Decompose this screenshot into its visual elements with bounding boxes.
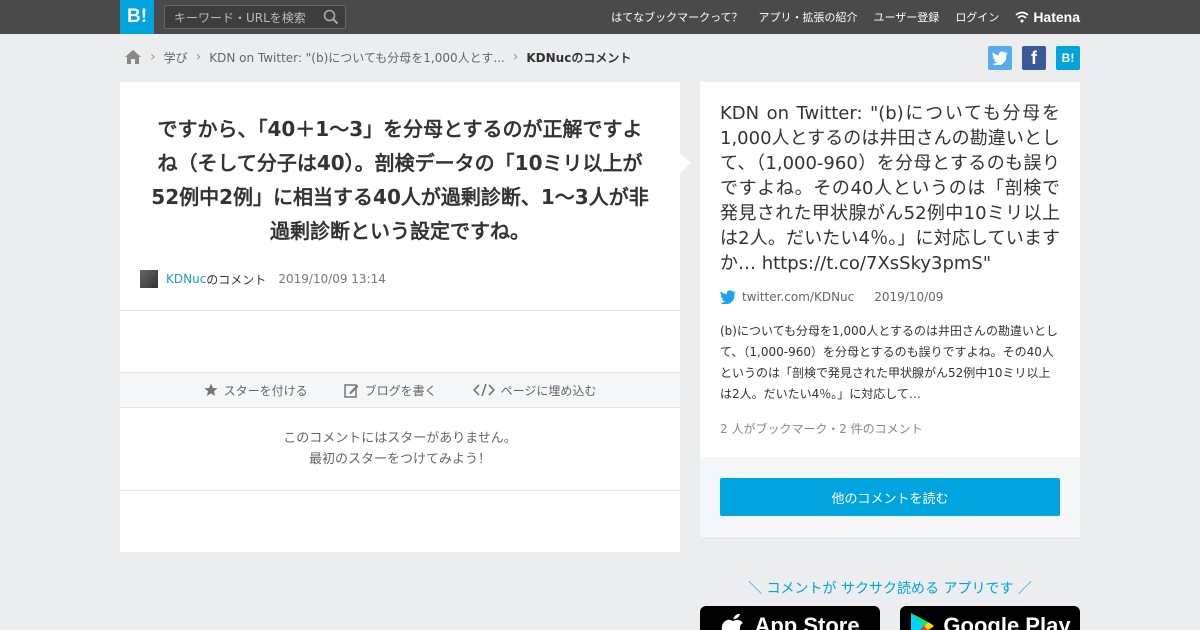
twitter-share-button[interactable]: [988, 46, 1012, 70]
search-icon[interactable]: [323, 9, 339, 25]
write-blog-button[interactable]: ブログを書く: [343, 382, 437, 399]
entry-title[interactable]: KDN on Twitter: "(b)についても分母を1,000人とするのは井…: [720, 101, 1060, 276]
comment-actions: スターを付ける ブログを書く ページに埋め込む: [120, 372, 680, 408]
chevron-right-icon: ›: [195, 49, 202, 65]
entry-excerpt: (b)についても分母を1,000人とするのは井田さんの勘違いとして、（1,000…: [720, 324, 1059, 401]
hatena-label: Hatena: [1033, 9, 1080, 25]
twitter-icon: [992, 51, 1008, 65]
google-play-badge[interactable]: Google Play: [900, 606, 1080, 630]
comment-text: ですから、「40＋1～3」を分母とするのが正解ですよね（そして分子は40）。剖検…: [151, 117, 649, 243]
hatena-link[interactable]: Hatena: [1015, 9, 1080, 25]
comment-date[interactable]: 2019/10/09 13:14: [278, 272, 386, 286]
nav-about[interactable]: はてなブックマークって？: [611, 9, 742, 25]
search-box[interactable]: キーワード・URLを検索: [164, 5, 346, 29]
comment-user-suffix: のコメント: [206, 272, 267, 287]
hatebu-share-button[interactable]: B!: [1056, 46, 1080, 70]
entry-card: KDN on Twitter: "(b)についても分母を1,000人とするのは井…: [700, 82, 1080, 457]
entry-date: 2019/10/09: [874, 290, 944, 304]
divider: [120, 490, 680, 491]
nav-login[interactable]: ログイン: [955, 9, 999, 25]
avatar[interactable]: [140, 270, 158, 288]
search-input[interactable]: キーワード・URLを検索: [174, 9, 306, 26]
star-icon: [204, 383, 218, 396]
no-star-message: このコメントにはスターがありません。 最初のスターをつけてみよう！: [120, 428, 680, 470]
chevron-right-icon: ›: [150, 49, 156, 65]
google-play-icon: [911, 613, 934, 630]
comment-user[interactable]: KDNuc: [166, 272, 206, 286]
write-blog-label: ブログを書く: [364, 383, 437, 398]
no-star-line-1: このコメントにはスターがありません。: [283, 431, 517, 446]
nav-register[interactable]: ユーザー登録: [874, 9, 940, 25]
apple-icon: [722, 613, 744, 630]
app-promo-text: ＼ コメントが サクサク読める アプリです ／: [748, 581, 1032, 597]
google-play-label: Google Play: [943, 613, 1071, 630]
breadcrumb-category[interactable]: 学び: [164, 49, 188, 66]
breadcrumb-current: KDNucのコメント: [526, 50, 632, 65]
app-store-badge[interactable]: App Store: [700, 606, 880, 630]
read-more-button[interactable]: 他のコメントを読む: [720, 478, 1060, 516]
home-icon[interactable]: [124, 49, 142, 65]
twitter-icon: [720, 290, 736, 304]
hatebu-logo[interactable]: B!: [120, 0, 154, 34]
hatena-icon: [1015, 11, 1029, 23]
embed-button[interactable]: ページに埋め込む: [472, 382, 597, 399]
entry-counts[interactable]: 2 人がブックマーク・2 件のコメント: [720, 420, 923, 437]
code-icon: [472, 383, 495, 397]
top-nav: はてなブックマークって？ アプリ・拡張の紹介 ユーザー登録 ログイン Haten…: [611, 0, 1080, 34]
breadcrumb: › 学び › KDN on Twitter: "(b)についても分母を1,000…: [124, 47, 631, 67]
app-store-label: App Store: [754, 613, 860, 630]
top-bar: B! キーワード・URLを検索 はてなブックマークって？ アプリ・拡張の紹介 ユ…: [0, 0, 1200, 34]
comment-card: ですから、「40＋1～3」を分母とするのが正解ですよね（そして分子は40）。剖検…: [120, 82, 680, 552]
divider: [120, 310, 680, 311]
entry-meta: twitter.com/KDNuc 2019/10/09: [720, 290, 943, 304]
facebook-share-button[interactable]: f: [1022, 46, 1046, 70]
nav-apps[interactable]: アプリ・拡張の紹介: [759, 9, 858, 25]
no-star-line-2: 最初のスターをつけてみよう！: [308, 452, 491, 467]
chevron-right-icon: ›: [512, 49, 519, 65]
read-more-area: 他のコメントを読む: [700, 457, 1080, 537]
breadcrumb-entry[interactable]: KDN on Twitter: "(b)についても分母を1,000人とす...: [209, 49, 505, 66]
add-star-label: スターを付ける: [223, 383, 308, 398]
embed-label: ページに埋め込む: [500, 383, 597, 398]
edit-icon: [343, 383, 359, 398]
entry-domain[interactable]: twitter.com/KDNuc: [742, 290, 854, 304]
share-buttons: f B!: [988, 46, 1080, 70]
add-star-button[interactable]: スターを付ける: [204, 382, 308, 399]
card-pointer: [680, 153, 691, 173]
comment-meta: KDNuc のコメント 2019/10/09 13:14: [140, 270, 386, 288]
